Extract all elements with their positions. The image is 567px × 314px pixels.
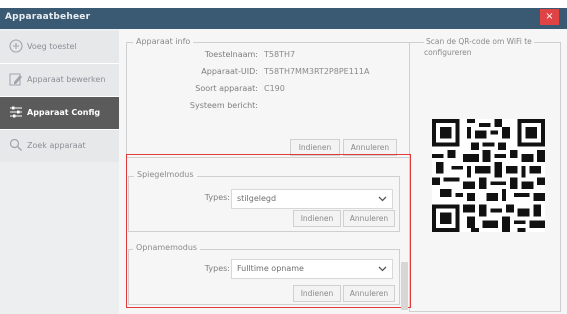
device-uid-value: T58TH7MM3RT2P8PE111A: [264, 67, 370, 76]
window-title: Apparaatbeheer: [5, 12, 91, 22]
device-type-value: C190: [264, 84, 285, 93]
device-type-label: Soort apparaat:: [195, 84, 258, 93]
device-info-legend: Apparaat info: [133, 37, 194, 46]
qr-instruction-line2: configureren: [424, 48, 472, 57]
edit-icon: [9, 73, 22, 86]
plus-circle-icon: [9, 39, 23, 53]
highlight-box: [126, 154, 411, 308]
app-window: Apparaatbeheer × Voeg toestel Apparaat b…: [0, 0, 567, 314]
title-bar: Apparaatbeheer ×: [0, 8, 567, 29]
sidebar-item-label: Voeg toestel: [27, 42, 77, 51]
sidebar: Voeg toestel Apparaat bewerken Apparaat …: [0, 29, 119, 314]
sidebar-item-find-device[interactable]: Zoek apparaat: [0, 130, 119, 162]
sidebar-item-device-config[interactable]: Apparaat Config: [0, 97, 119, 129]
device-name-label: Toestelnaam:: [204, 50, 258, 59]
sidebar-item-label: Apparaat Config: [27, 108, 101, 117]
search-icon: [9, 138, 22, 151]
qr-instruction-line1: Scan de QR-code om WiFi te: [424, 37, 534, 47]
sidebar-item-add-device[interactable]: Voeg toestel: [0, 31, 119, 63]
close-button[interactable]: ×: [540, 9, 559, 25]
settings-sliders-icon: [10, 106, 22, 118]
qr-code-image: [432, 119, 545, 232]
device-name-value: T58TH7: [264, 50, 296, 59]
sidebar-item-label: Zoek apparaat: [27, 141, 86, 150]
system-message-label: Systeem bericht:: [189, 101, 258, 110]
sidebar-item-edit-device[interactable]: Apparaat bewerken: [0, 64, 119, 96]
vertical-scrollbar[interactable]: [401, 262, 408, 310]
sidebar-item-label: Apparaat bewerken: [27, 75, 106, 84]
close-icon: ×: [545, 11, 554, 22]
device-uid-label: Apparaat-UID:: [201, 67, 258, 76]
